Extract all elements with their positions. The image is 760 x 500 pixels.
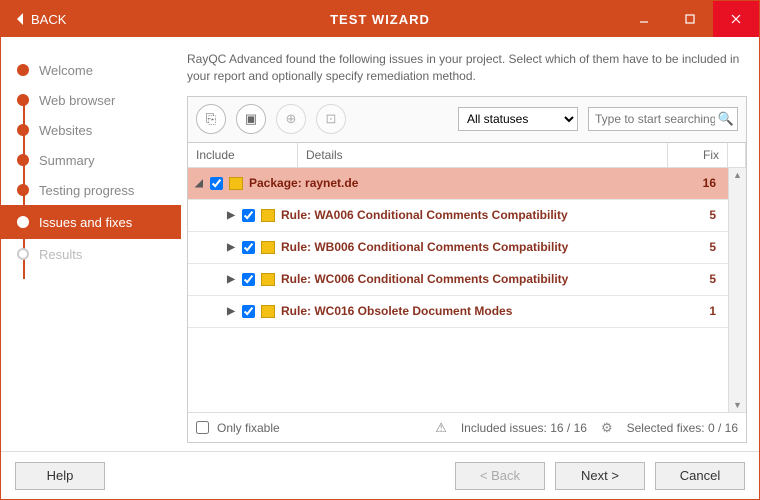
package-label: Package: raynet.de: [249, 176, 682, 190]
col-details[interactable]: Details: [298, 143, 668, 167]
package-row[interactable]: ◢ Package: raynet.de 16: [188, 168, 728, 200]
expand-icon[interactable]: ▶: [226, 210, 236, 221]
folder-icon: [229, 177, 243, 190]
folder-icon: [261, 241, 275, 254]
rule-row[interactable]: ▶ Rule: WB006 Conditional Comments Compat…: [188, 232, 728, 264]
content-area: RayQC Advanced found the following issue…: [181, 37, 759, 451]
search-input[interactable]: [588, 107, 738, 131]
col-include[interactable]: Include: [188, 143, 298, 167]
cancel-button[interactable]: Cancel: [655, 462, 745, 490]
issues-grid: Include Details Fix ◢ Package: raynet.de…: [187, 142, 747, 443]
minimize-button[interactable]: [621, 1, 667, 37]
folder-icon: [261, 305, 275, 318]
toolbar-btn-3[interactable]: ⊕: [276, 104, 306, 134]
grid-footer: Only fixable ⚠ Included issues: 16 / 16 …: [188, 412, 746, 442]
rule-count: 5: [682, 240, 722, 254]
back-button[interactable]: BACK: [1, 1, 80, 37]
step-websites[interactable]: Websites: [13, 115, 181, 145]
include-checkbox[interactable]: [242, 273, 255, 286]
rule-row[interactable]: ▶ Rule: WC016 Obsolete Document Modes1: [188, 296, 728, 328]
grid-rows: ◢ Package: raynet.de 16 ▶ Rule: WA006 Con…: [188, 168, 728, 412]
rule-count: 5: [682, 208, 722, 222]
search-icon: 🔍: [718, 111, 734, 127]
maximize-button[interactable]: [667, 1, 713, 37]
toolbar-btn-2[interactable]: ▣: [236, 104, 266, 134]
rule-label: Rule: WC006 Conditional Comments Compati…: [281, 272, 682, 286]
step-dot-icon: [17, 94, 29, 106]
search-wrap: 🔍: [588, 107, 738, 131]
step-dot-icon: [17, 124, 29, 136]
expand-icon[interactable]: ◢: [194, 178, 204, 189]
include-checkbox[interactable]: [242, 209, 255, 222]
step-label: Testing progress: [39, 183, 134, 198]
scrollbar[interactable]: ▲ ▼: [728, 168, 746, 412]
expand-icon[interactable]: ▶: [226, 274, 236, 285]
scroll-up-icon[interactable]: ▲: [729, 170, 746, 180]
included-issues: Included issues: 16 / 16: [461, 421, 587, 435]
include-checkbox[interactable]: [242, 241, 255, 254]
wizard-body: Welcome Web browser Websites Summary Testing…: [1, 37, 759, 451]
folder-icon: [261, 273, 275, 286]
include-checkbox[interactable]: [242, 305, 255, 318]
step-label: Issues and fixes: [39, 215, 132, 230]
back-nav-button[interactable]: < Back: [455, 462, 545, 490]
step-dot-icon: [17, 184, 29, 196]
step-summary[interactable]: Summary: [13, 145, 181, 175]
step-label: Summary: [39, 153, 95, 168]
rule-count: 5: [682, 272, 722, 286]
step-dot-icon: [17, 154, 29, 166]
step-sidebar: Welcome Web browser Websites Summary Testing…: [1, 37, 181, 451]
rule-row[interactable]: ▶ Rule: WA006 Conditional Comments Compat…: [188, 200, 728, 232]
window-title: TEST WIZARD: [330, 12, 430, 27]
step-testing-progress[interactable]: Testing progress: [13, 175, 181, 205]
only-fixable-checkbox[interactable]: [196, 421, 209, 434]
title-bar: BACK TEST WIZARD: [1, 1, 759, 37]
toolbar: ⎘ ▣ ⊕ ⊡ All statuses 🔍: [187, 96, 747, 142]
back-label: BACK: [31, 12, 66, 27]
folder-icon: [261, 209, 275, 222]
step-label: Websites: [39, 123, 92, 138]
grid-header: Include Details Fix: [188, 143, 746, 168]
rule-label: Rule: WB006 Conditional Comments Compati…: [281, 240, 682, 254]
toolbar-btn-1[interactable]: ⎘: [196, 104, 226, 134]
wizard-window: BACK TEST WIZARD Welcome Web browser Websi…: [0, 0, 760, 500]
step-dot-icon: [17, 248, 29, 260]
toolbar-btn-4[interactable]: ⊡: [316, 104, 346, 134]
rule-label: Rule: WC016 Obsolete Document Modes: [281, 304, 682, 318]
step-issues-and-fixes[interactable]: Issues and fixes: [1, 205, 181, 239]
package-count: 16: [682, 176, 722, 190]
step-label: Welcome: [39, 63, 93, 78]
selected-fixes: Selected fixes: 0 / 16: [627, 421, 738, 435]
expand-icon[interactable]: ▶: [226, 306, 236, 317]
step-results[interactable]: Results: [13, 239, 181, 269]
rule-count: 1: [682, 304, 722, 318]
include-checkbox[interactable]: [210, 177, 223, 190]
rule-label: Rule: WA006 Conditional Comments Compati…: [281, 208, 682, 222]
col-fix[interactable]: Fix: [668, 143, 728, 167]
step-web-browser[interactable]: Web browser: [13, 85, 181, 115]
scroll-down-icon[interactable]: ▼: [729, 400, 746, 410]
grid-body: ◢ Package: raynet.de 16 ▶ Rule: WA006 Con…: [188, 168, 746, 412]
only-fixable-label: Only fixable: [217, 421, 280, 435]
intro-text: RayQC Advanced found the following issue…: [187, 51, 747, 86]
rule-row[interactable]: ▶ Rule: WC006 Conditional Comments Compat…: [188, 264, 728, 296]
step-label: Results: [39, 247, 82, 262]
gear-icon: ⚙: [601, 420, 613, 436]
step-welcome[interactable]: Welcome: [13, 55, 181, 85]
step-label: Web browser: [39, 93, 115, 108]
close-button[interactable]: [713, 1, 759, 37]
status-filter[interactable]: All statuses: [458, 107, 578, 131]
help-button[interactable]: Help: [15, 462, 105, 490]
warning-icon: ⚠: [435, 420, 447, 436]
next-button[interactable]: Next >: [555, 462, 645, 490]
back-arrow-icon: [15, 12, 25, 26]
window-buttons: [621, 1, 759, 37]
step-dot-icon: [17, 64, 29, 76]
expand-icon[interactable]: ▶: [226, 242, 236, 253]
step-dot-icon: [17, 216, 29, 228]
footer: Help < Back Next > Cancel: [1, 451, 759, 499]
